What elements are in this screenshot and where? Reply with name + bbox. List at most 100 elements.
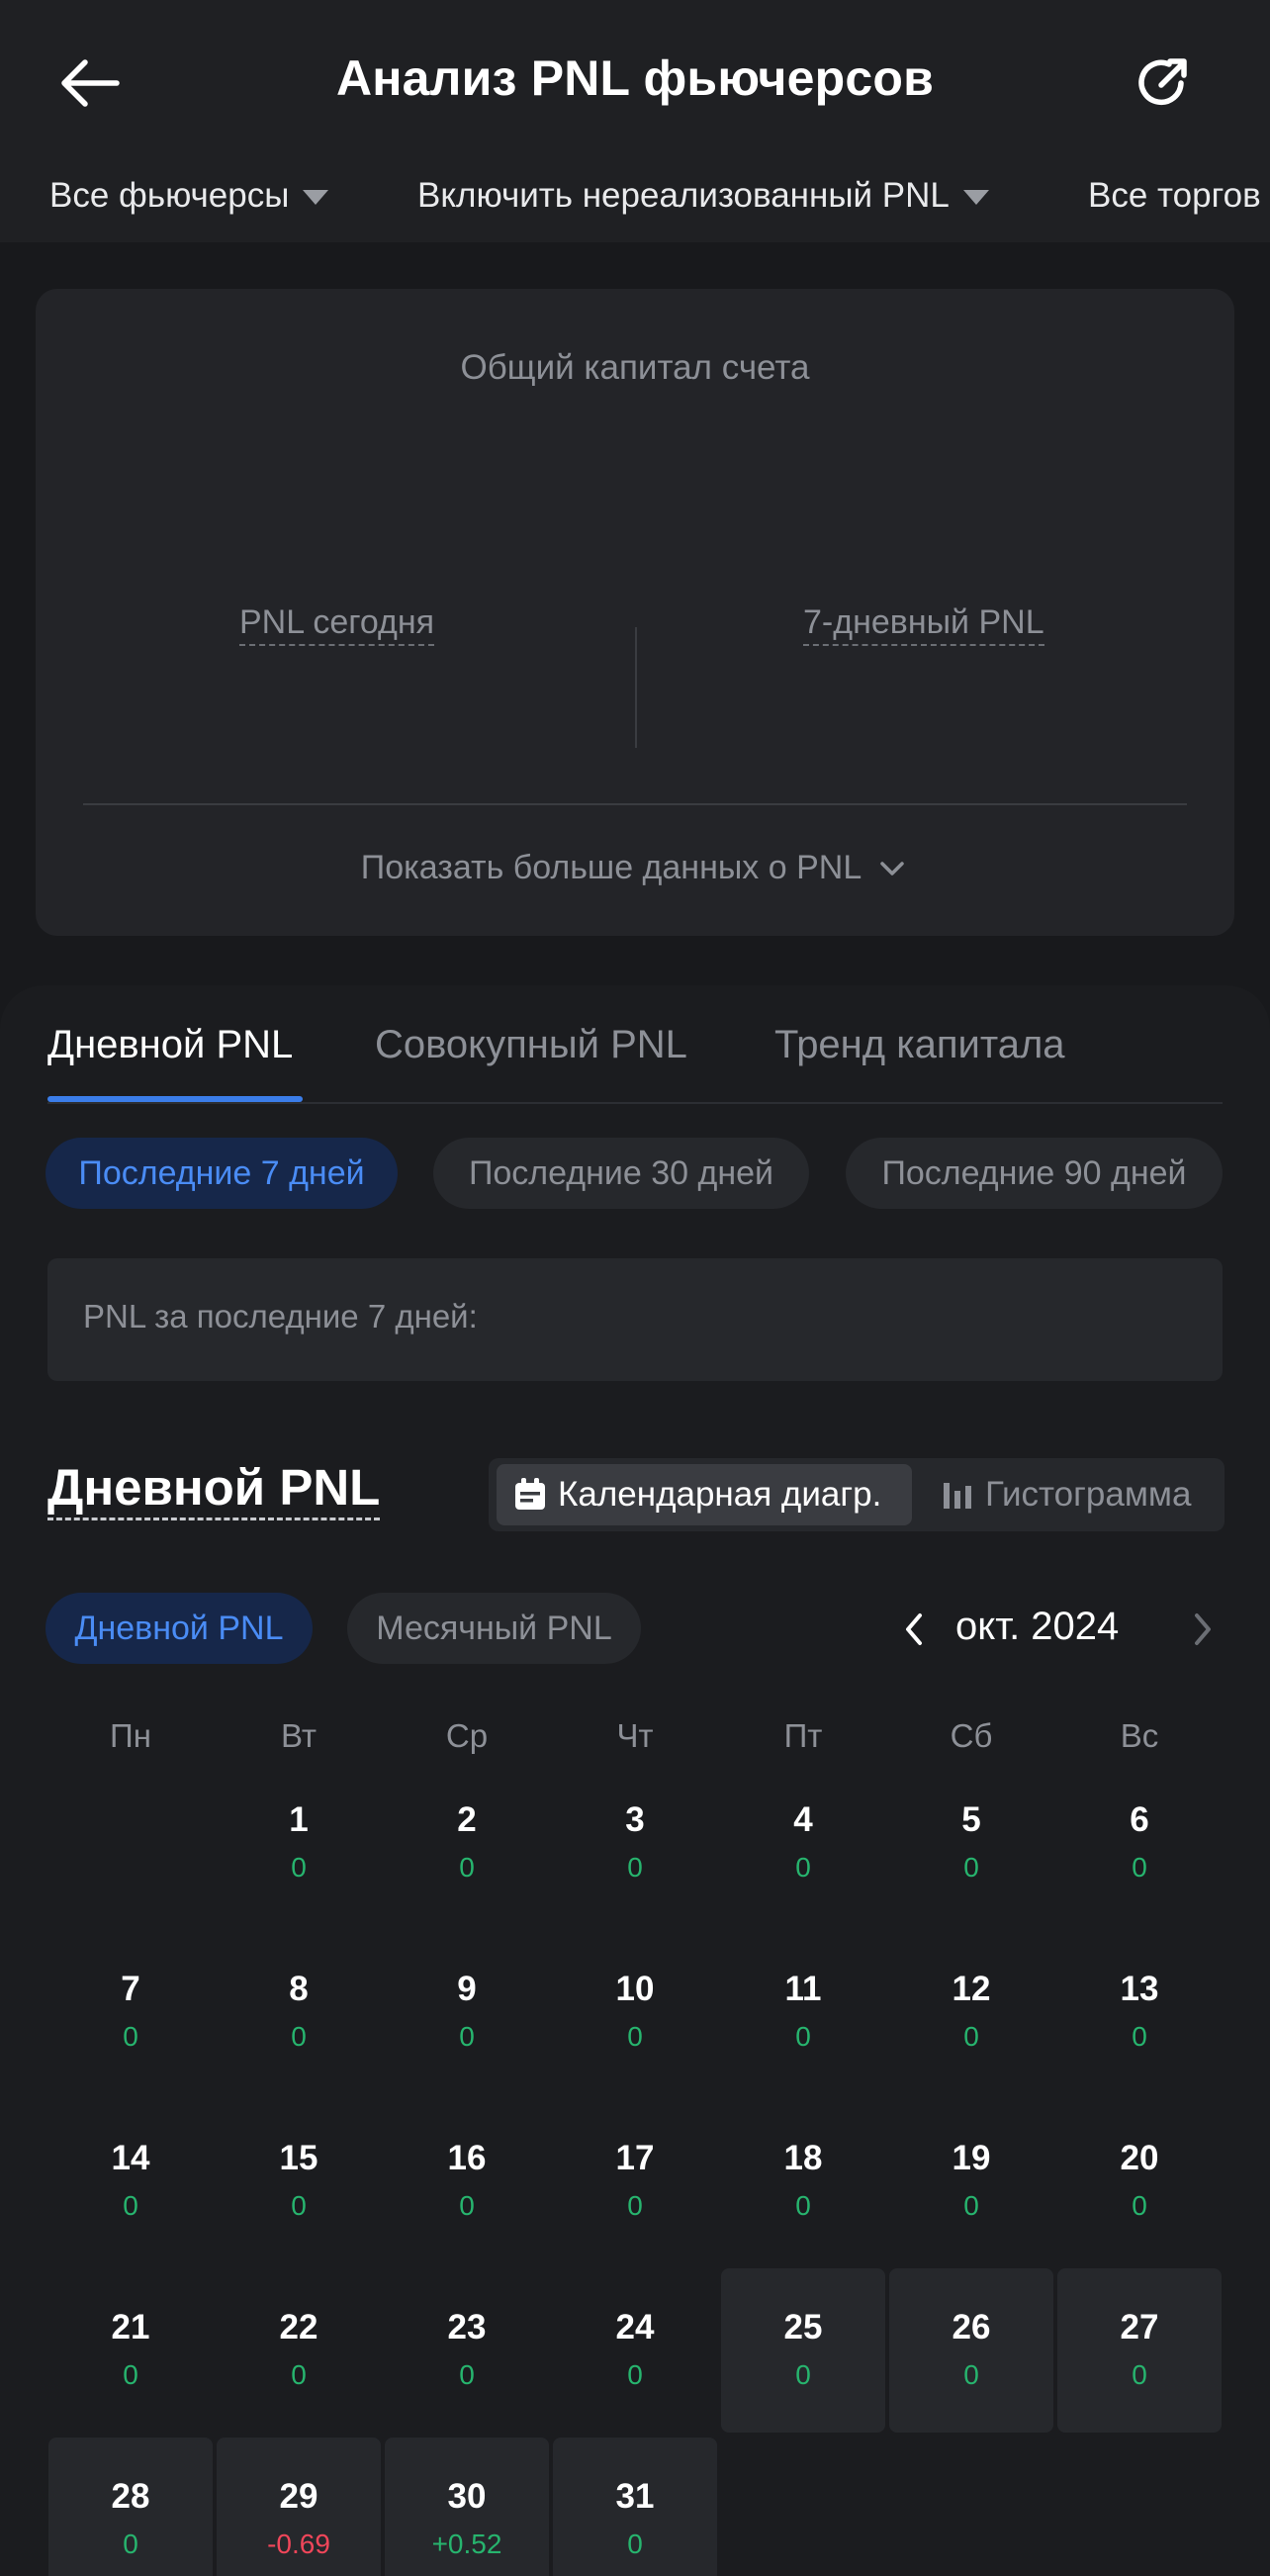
- tab-daily-pnl[interactable]: Дневной PNL: [47, 1023, 293, 1067]
- histogram-view-label: Гистограмма: [985, 1475, 1192, 1514]
- weekday-label: Вс: [1120, 1717, 1159, 1754]
- show-more-label: Показать больше данных о PNL: [360, 849, 862, 886]
- calendar-day-cell[interactable]: 25 0: [721, 2268, 885, 2433]
- calendar-day-number: 19: [952, 2139, 991, 2177]
- calendar-day-cell[interactable]: 14 0: [48, 2099, 213, 2263]
- calendar-day-pnl: 0: [291, 2021, 307, 2052]
- chevron-right-icon: [1195, 1613, 1211, 1645]
- calendar-day-cell[interactable]: 31 0: [553, 2438, 717, 2576]
- prev-month-button[interactable]: [890, 1595, 940, 1664]
- calendar-day-cell[interactable]: 21 0: [48, 2268, 213, 2433]
- daily-pnl-title[interactable]: Дневной PNL: [47, 1460, 381, 1520]
- monthly-mode-chip[interactable]: Месячный PNL: [347, 1593, 641, 1664]
- calendar-day-pnl: 0: [627, 2021, 643, 2052]
- trading-pair-dropdown[interactable]: Все торгов: [1088, 158, 1261, 233]
- next-month-button[interactable]: [1177, 1595, 1226, 1664]
- weekday-label: Сб: [950, 1717, 993, 1754]
- weekday-label: Ср: [445, 1717, 489, 1754]
- calendar-day-cell[interactable]: 26 0: [889, 2268, 1053, 2433]
- calendar-day-pnl: 0: [795, 2359, 811, 2390]
- week-pnl-label[interactable]: 7-дневный PNL: [803, 603, 1044, 646]
- calendar-day-pnl: 0: [459, 2359, 475, 2390]
- page: Анализ PNL фьючерсов Все фьючерсы Включи…: [0, 0, 1270, 2576]
- calendar-day-number: 7: [121, 1970, 140, 2008]
- calendar-day-pnl: -0.69: [267, 2529, 330, 2559]
- page-title: Анализ PNL фьючерсов: [335, 50, 935, 106]
- calendar-day-pnl: 0: [963, 2190, 979, 2221]
- tab-cumulative-pnl[interactable]: Совокупный PNL: [375, 1023, 687, 1067]
- calendar-day-pnl: 0: [1132, 2021, 1147, 2052]
- calendar-day-number: 22: [279, 2308, 318, 2346]
- calendar-day-cell[interactable]: 30 +0.52: [385, 2438, 549, 2576]
- calendar-view-label: Календарная диагр.: [558, 1475, 882, 1514]
- calendar-day-cell[interactable]: 70: [48, 1930, 213, 2094]
- histogram-view-button[interactable]: Гистограмма: [940, 1464, 1217, 1525]
- show-more-pnl-button[interactable]: Показать больше данных о PNL: [36, 849, 1234, 887]
- calendar-day-pnl: 0: [963, 2021, 979, 2052]
- calendar-day-cell[interactable]: 23 0: [385, 2268, 549, 2433]
- daily-mode-chip[interactable]: Дневной PNL: [45, 1593, 313, 1664]
- filter-bar: Все фьючерсы Включить нереализованный PN…: [0, 158, 1270, 233]
- calendar-day-number: 8: [289, 1970, 309, 2008]
- calendar-day-pnl: 0: [459, 2190, 475, 2221]
- calendar-day-cell[interactable]: 28 0: [48, 2438, 213, 2576]
- calendar-day-pnl: 0: [1132, 2190, 1147, 2221]
- calendar-day-pnl: 0: [459, 2021, 475, 2052]
- today-pnl-label[interactable]: PNL сегодня: [239, 603, 435, 646]
- pnl-tabs: Дневной PNL Совокупный PNL Тренд капитал…: [0, 1013, 1270, 1104]
- calendar-day-number: 2: [457, 1800, 477, 1839]
- calendar-day-cell[interactable]: 80: [217, 1930, 381, 2094]
- calendar-view-button[interactable]: Календарная диагр.: [497, 1464, 912, 1525]
- calendar-day-pnl: 0: [1132, 2359, 1147, 2390]
- calendar-day-cell[interactable]: 20 0: [1057, 2099, 1222, 2263]
- calendar-day-cell[interactable]: 40: [721, 1761, 885, 1925]
- period-90-days-chip[interactable]: Последние 90 дней: [846, 1138, 1223, 1209]
- calendar-day-number: 16: [447, 2139, 487, 2177]
- share-icon: [1138, 58, 1187, 106]
- calendar-icon: [515, 1478, 545, 1510]
- calendar-day-pnl: 0: [795, 1852, 811, 1883]
- period-30-days-chip[interactable]: Последние 30 дней: [433, 1138, 809, 1209]
- calendar-day-cell[interactable]: 30: [553, 1761, 717, 1925]
- calendar-day-cell[interactable]: 19 0: [889, 2099, 1053, 2263]
- calendar-day-pnl: 0: [627, 2529, 643, 2559]
- futures-filter-dropdown[interactable]: Все фьючерсы: [49, 158, 329, 233]
- caret-down-icon: [962, 190, 989, 205]
- period-7-days-chip[interactable]: Последние 7 дней: [45, 1138, 398, 1209]
- calendar-day-cell[interactable]: 15 0: [217, 2099, 381, 2263]
- calendar-day-pnl: 0: [291, 1852, 307, 1883]
- calendar-day-pnl: 0: [291, 2359, 307, 2390]
- current-month-label: окт. 2024: [955, 1605, 1120, 1648]
- unrealized-pnl-dropdown[interactable]: Включить нереализованный PNL: [417, 158, 989, 233]
- calendar-day-cell[interactable]: 90: [385, 1930, 549, 2094]
- calendar-day-cell[interactable]: 29 -0.69: [217, 2438, 381, 2576]
- divider: [635, 627, 637, 748]
- calendar-day-cell[interactable]: 18 0: [721, 2099, 885, 2263]
- calendar-day-cell[interactable]: 13 0: [1057, 1930, 1222, 2094]
- calendar-day-cell[interactable]: 60: [1057, 1761, 1222, 1925]
- calendar-day-number: 26: [952, 2308, 991, 2346]
- calendar-day-number: 20: [1120, 2139, 1159, 2177]
- calendar-day-cell[interactable]: 22 0: [217, 2268, 381, 2433]
- calendar-day-cell[interactable]: 27 0: [1057, 2268, 1222, 2433]
- calendar-day-cell[interactable]: 11 0: [721, 1930, 885, 2094]
- calendar-day-cell[interactable]: 16 0: [385, 2099, 549, 2263]
- calendar-day-cell[interactable]: 10: [217, 1761, 381, 1925]
- calendar-day-cell[interactable]: 17 0: [553, 2099, 717, 2263]
- calendar-day-cell[interactable]: 20: [385, 1761, 549, 1925]
- calendar-day-pnl: 0: [123, 2359, 138, 2390]
- weekday-label: Пн: [110, 1717, 151, 1754]
- view-toggle: Календарная диагр. Гистограмма: [489, 1458, 1225, 1531]
- share-button[interactable]: [1118, 46, 1209, 121]
- calendar-day-number: 30: [447, 2477, 487, 2516]
- tab-equity-trend[interactable]: Тренд капитала: [774, 1023, 1065, 1067]
- calendar-day-number: 28: [111, 2477, 150, 2516]
- weekday-label: Вт: [280, 1717, 318, 1754]
- calendar-day-cell[interactable]: 24 0: [553, 2268, 717, 2433]
- calendar-day-number: 6: [1130, 1800, 1149, 1839]
- divider: [83, 803, 1187, 805]
- calendar-day-cell[interactable]: 50: [889, 1761, 1053, 1925]
- calendar-day-cell[interactable]: 10 0: [553, 1930, 717, 2094]
- trading-pair-label: Все торгов: [1088, 176, 1261, 215]
- calendar-day-cell[interactable]: 12 0: [889, 1930, 1053, 2094]
